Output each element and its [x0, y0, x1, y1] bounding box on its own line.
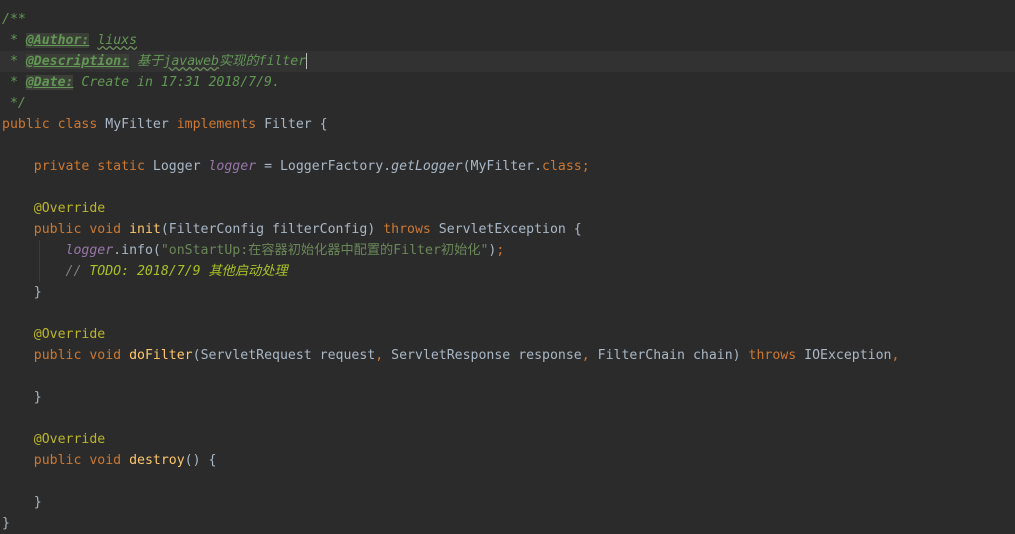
- code-line-21[interactable]: @Override: [0, 429, 1015, 450]
- description-tag: @Description:: [25, 54, 130, 69]
- code-line-13[interactable]: // TODO: 2018/7/9 其他启动处理: [0, 261, 1015, 282]
- code-line-17[interactable]: public void doFilter(ServletRequest requ…: [0, 345, 1015, 366]
- code-line-6[interactable]: public class MyFilter implements Filter …: [0, 114, 1015, 135]
- code-line-5[interactable]: */: [0, 93, 1015, 114]
- class-name: MyFilter: [105, 117, 169, 132]
- code-line-22[interactable]: public void destroy() {: [0, 450, 1015, 471]
- code-line-10[interactable]: @Override: [0, 198, 1015, 219]
- code-line-2[interactable]: * @Author: liuxs: [0, 30, 1015, 51]
- init-method: init: [129, 222, 161, 237]
- author-value: liuxs: [97, 33, 138, 48]
- code-line-19[interactable]: }: [0, 387, 1015, 408]
- code-line-1[interactable]: /**: [0, 9, 1015, 30]
- info-string: "onStartUp:在容器初始化器中配置的Filter初始化": [160, 243, 489, 258]
- author-tag: @Author:: [25, 33, 90, 48]
- code-line-8[interactable]: private static Logger logger = LoggerFac…: [0, 156, 1015, 177]
- logger-field: logger: [208, 159, 257, 174]
- code-editor[interactable]: /** * @Author: liuxs * @Description: 基于j…: [0, 0, 1015, 534]
- doc-open: /**: [2, 12, 26, 27]
- code-line-24[interactable]: }: [0, 492, 1015, 513]
- code-line-25[interactable]: }: [0, 513, 1015, 534]
- date-tag: @Date:: [25, 75, 74, 90]
- date-value: Create in 17:31 2018/7/9.: [81, 75, 280, 90]
- code-line-11[interactable]: public void init(FilterConfig filterConf…: [0, 219, 1015, 240]
- code-line-16[interactable]: @Override: [0, 324, 1015, 345]
- doc-close: */: [2, 96, 26, 111]
- code-line-4[interactable]: * @Date: Create in 17:31 2018/7/9.: [0, 72, 1015, 93]
- dofilter-method: doFilter: [129, 348, 193, 363]
- todo-comment: TODO: 2018/7/9 其他启动处理: [89, 264, 288, 279]
- override-annotation: @Override: [33, 201, 106, 216]
- code-line-12[interactable]: logger.info("onStartUp:在容器初始化器中配置的Filter…: [0, 240, 1015, 261]
- text-caret: [306, 53, 308, 69]
- code-line-14[interactable]: }: [0, 282, 1015, 303]
- code-line-3[interactable]: * @Description: 基于javaweb实现的filter: [0, 51, 1015, 72]
- destroy-method: destroy: [129, 453, 185, 468]
